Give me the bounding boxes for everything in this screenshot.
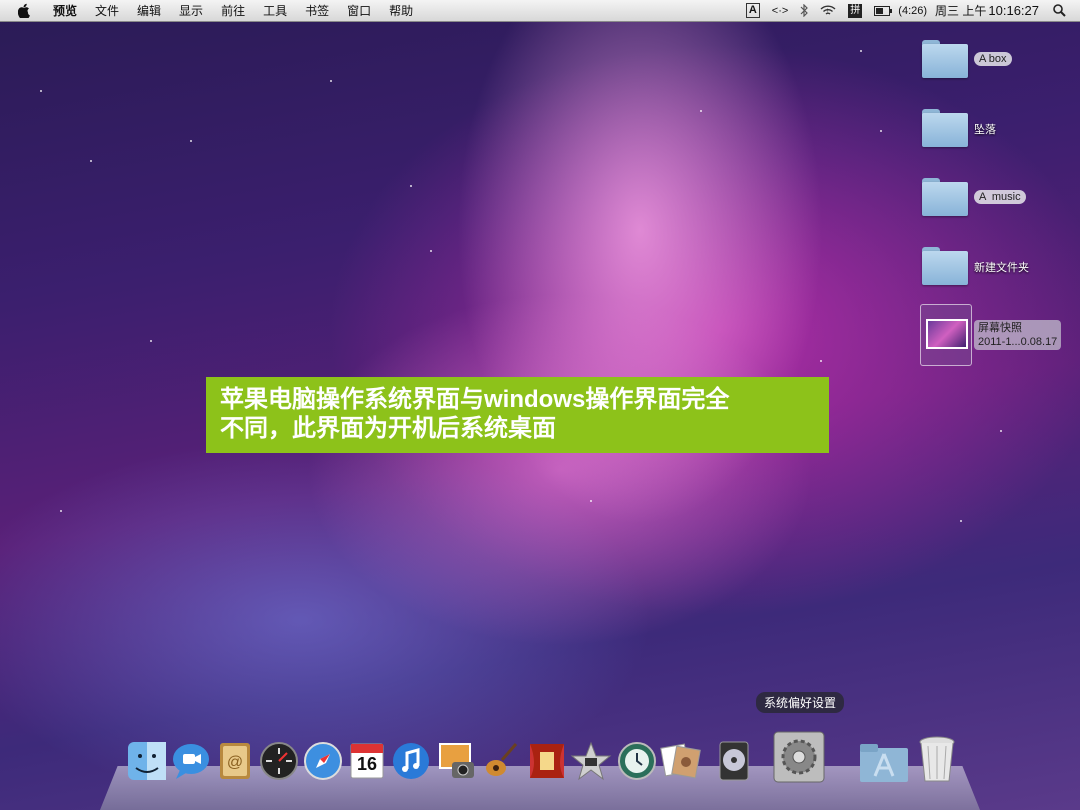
- screenshot-label-line1: 屏幕快照: [978, 322, 1022, 334]
- dock-tooltip: 系统偏好设置: [756, 692, 845, 713]
- desktop-icon-label: 新建文件夹: [974, 262, 1029, 274]
- battery-time: (4:26): [898, 4, 928, 17]
- clock-day[interactable]: 周三 上午: [935, 2, 986, 19]
- menu-extras: A <·> ! 拼 (4:26) 周三 上午 10:16:27: [745, 0, 1080, 21]
- ime-icon[interactable]: 拼: [848, 3, 863, 18]
- bluetooth-icon[interactable]: [794, 4, 814, 17]
- itunes-icon[interactable]: [390, 740, 434, 784]
- menu-tools[interactable]: 工具: [254, 2, 296, 19]
- script-icon[interactable]: <·>: [766, 5, 795, 17]
- battery-icon[interactable]: [868, 5, 898, 16]
- screenshot-label-line2: 2011-1...0.08.17: [978, 336, 1058, 348]
- folder-icon: [922, 109, 968, 147]
- folder-icon: [922, 178, 968, 216]
- ical-icon[interactable]: 16: [346, 740, 390, 784]
- caption-line-1: 苹果电脑操作系统界面与windows操作界面完全: [220, 386, 730, 413]
- wifi-icon[interactable]: !: [814, 4, 842, 17]
- front-row-icon[interactable]: [526, 740, 570, 784]
- folder-icon: [922, 40, 968, 78]
- address-book-icon[interactable]: @: [214, 740, 258, 784]
- menu-help[interactable]: 帮助: [380, 2, 422, 19]
- desktop-folder-a-box[interactable]: A box: [920, 36, 1080, 86]
- imovie-icon[interactable]: [570, 740, 614, 784]
- menu-window[interactable]: 窗口: [338, 2, 380, 19]
- clock-time[interactable]: 10:16:27: [986, 3, 1047, 18]
- folder-icon: [922, 247, 968, 285]
- desktop-folder-new[interactable]: 新建文件夹: [920, 243, 1080, 293]
- menu-go[interactable]: 前往: [212, 2, 254, 19]
- menu-file[interactable]: 文件: [86, 2, 128, 19]
- caption-line-2: 不同，此界面为开机后系统桌面: [220, 415, 556, 442]
- dashboard-icon[interactable]: [258, 740, 302, 784]
- input-menu-icon[interactable]: A: [745, 3, 760, 18]
- spotlight-icon[interactable]: [1047, 4, 1080, 17]
- menu-bar: 预览 文件 编辑 显示 前往 工具 书签 窗口 帮助 A <·> ! 拼 (4:…: [0, 0, 1080, 22]
- desktop-icon-label: 坠落: [974, 124, 996, 136]
- finder-icon[interactable]: [126, 740, 170, 784]
- svg-text:@: @: [227, 754, 243, 771]
- desktop-icon-label: 屏幕快照 2011-1...0.08.17: [974, 320, 1062, 350]
- screenshot-thumbnail-icon: [920, 304, 972, 366]
- photo-booth-icon[interactable]: [660, 740, 704, 784]
- applications-folder-icon[interactable]: [858, 740, 908, 784]
- caption-box: 苹果电脑操作系统界面与windows操作界面完全 不同，此界面为开机后系统桌面: [206, 377, 829, 453]
- safari-icon[interactable]: [302, 740, 346, 784]
- menu-view[interactable]: 显示: [170, 2, 212, 19]
- desktop-folder-zhuiluo[interactable]: 坠落: [920, 105, 1080, 155]
- trash-icon[interactable]: [916, 734, 960, 782]
- menu-app-name[interactable]: 预览: [44, 2, 86, 19]
- garageband-icon[interactable]: [480, 740, 524, 784]
- ical-day: 16: [356, 754, 378, 774]
- desktop-icon-label: A music: [974, 190, 1026, 204]
- ichat-icon[interactable]: [170, 740, 214, 784]
- system-preferences-icon[interactable]: [772, 730, 826, 784]
- apple-menu-icon[interactable]: [16, 3, 32, 19]
- menu-edit[interactable]: 编辑: [128, 2, 170, 19]
- time-machine-icon[interactable]: [616, 740, 660, 784]
- desktop-screenshot-file[interactable]: 屏幕快照 2011-1...0.08.17: [920, 304, 1080, 366]
- desktop-folder-a-music[interactable]: A music: [920, 174, 1080, 224]
- desktop-icon-label: A box: [974, 52, 1012, 66]
- dvd-player-icon[interactable]: [714, 740, 758, 784]
- iphoto-icon[interactable]: [436, 740, 480, 784]
- menu-bookmarks[interactable]: 书签: [296, 2, 338, 19]
